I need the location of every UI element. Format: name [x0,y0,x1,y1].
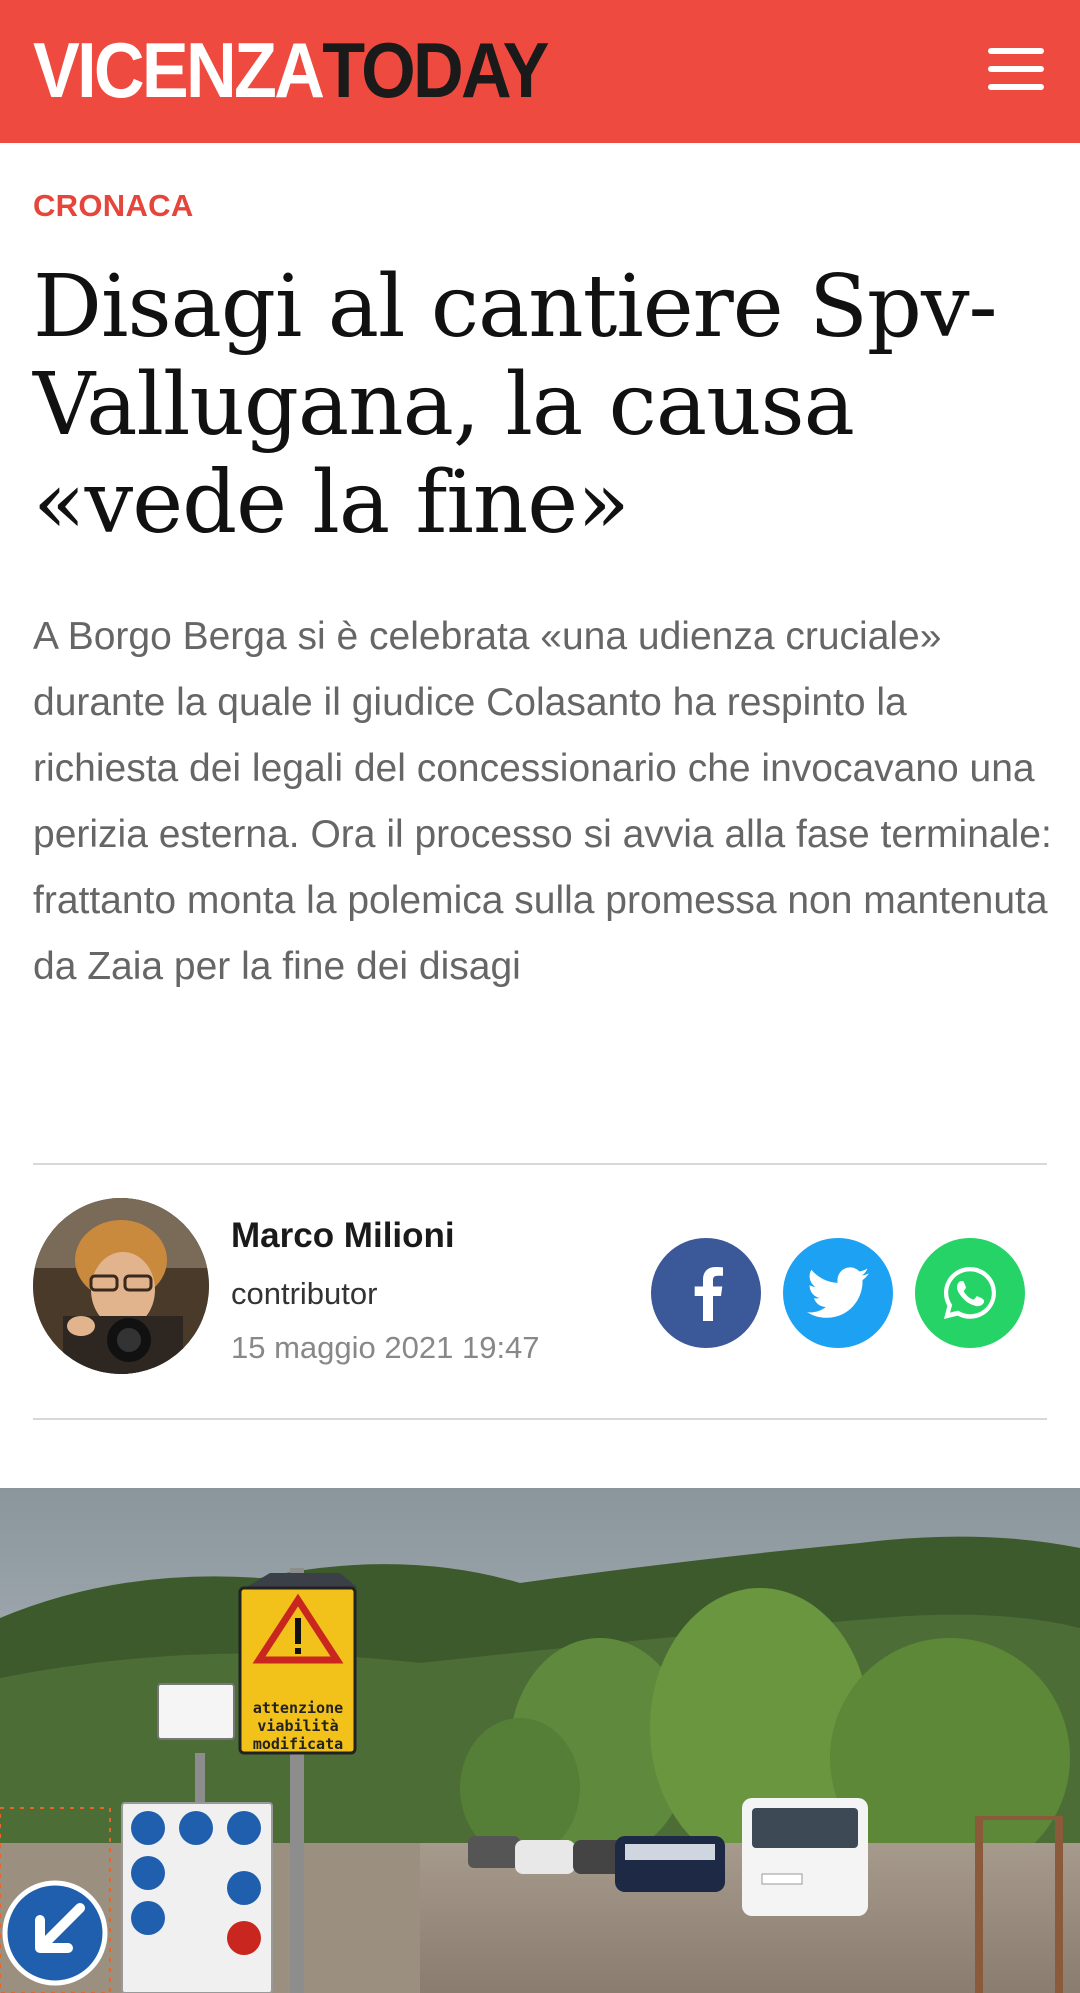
twitter-icon [807,1267,869,1318]
publish-date: 15 maggio 2021 19:47 [231,1330,540,1365]
share-whatsapp-button[interactable] [915,1238,1025,1348]
author-avatar[interactable] [33,1198,209,1374]
author-role: contributor [231,1276,378,1311]
divider-top [33,1163,1047,1165]
article-category[interactable]: CRONACA [33,188,194,224]
svg-text:viabilità: viabilità [257,1717,338,1735]
site-header: VICENZA TODAY [0,0,1080,143]
facebook-icon [694,1267,723,1321]
share-facebook-button[interactable] [651,1238,761,1348]
author-name[interactable]: Marco Milioni [231,1216,455,1256]
hamburger-menu-icon[interactable] [988,48,1044,90]
logo-part-today: TODAY [322,26,549,114]
share-twitter-button[interactable] [783,1238,893,1348]
article-summary: A Borgo Berga si è celebrata «una udienz… [33,615,1052,988]
site-logo[interactable]: VICENZA TODAY [33,26,549,114]
article-main-photo[interactable]: attenzione viabilità modificata [0,1488,1080,1993]
whatsapp-icon [944,1267,996,1319]
article-title: Disagi al cantiere Spv-Vallugana, la cau… [33,257,998,553]
svg-text:attenzione: attenzione [253,1699,343,1717]
divider-bottom [33,1418,1047,1420]
logo-part-vicenza: VICENZA [33,26,325,114]
author-box: Marco Milioni contributor 15 maggio 2021… [33,1198,1047,1378]
svg-text:modificata: modificata [253,1735,343,1753]
